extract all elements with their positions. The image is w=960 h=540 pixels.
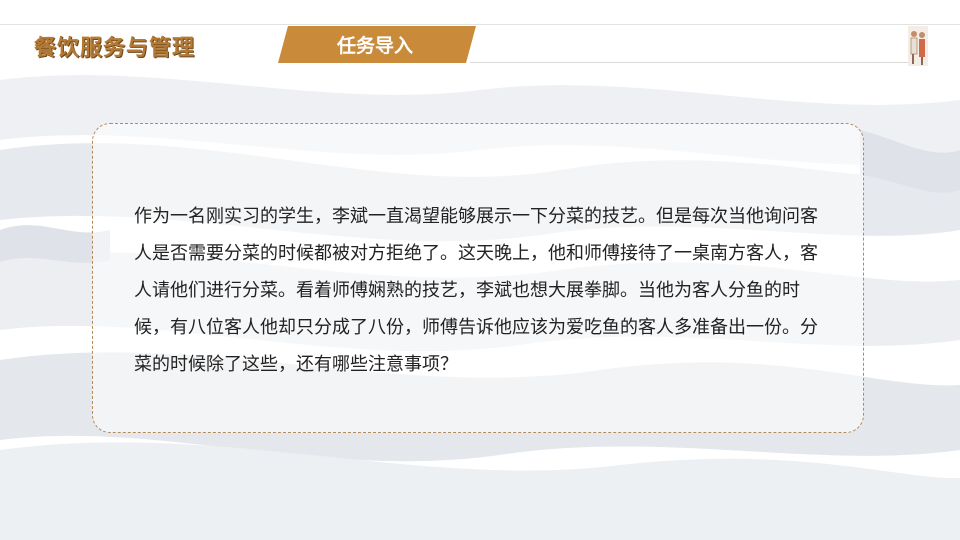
course-title: 餐饮服务与管理 [34, 36, 196, 61]
section-tab-label: 任务导入 [336, 35, 413, 57]
slide: 餐饮服务与管理 任务导入 作为一名刚实习的学生，李斌一直渴望能够展示一下分菜的技… [0, 0, 960, 540]
task-description: 作为一名刚实习的学生，李斌一直渴望能够展示一下分菜的技艺。但是每次当他询问客人是… [134, 206, 818, 375]
decorative-figure-image [908, 26, 928, 66]
header-underline [470, 62, 910, 63]
header-top-line [0, 24, 960, 25]
